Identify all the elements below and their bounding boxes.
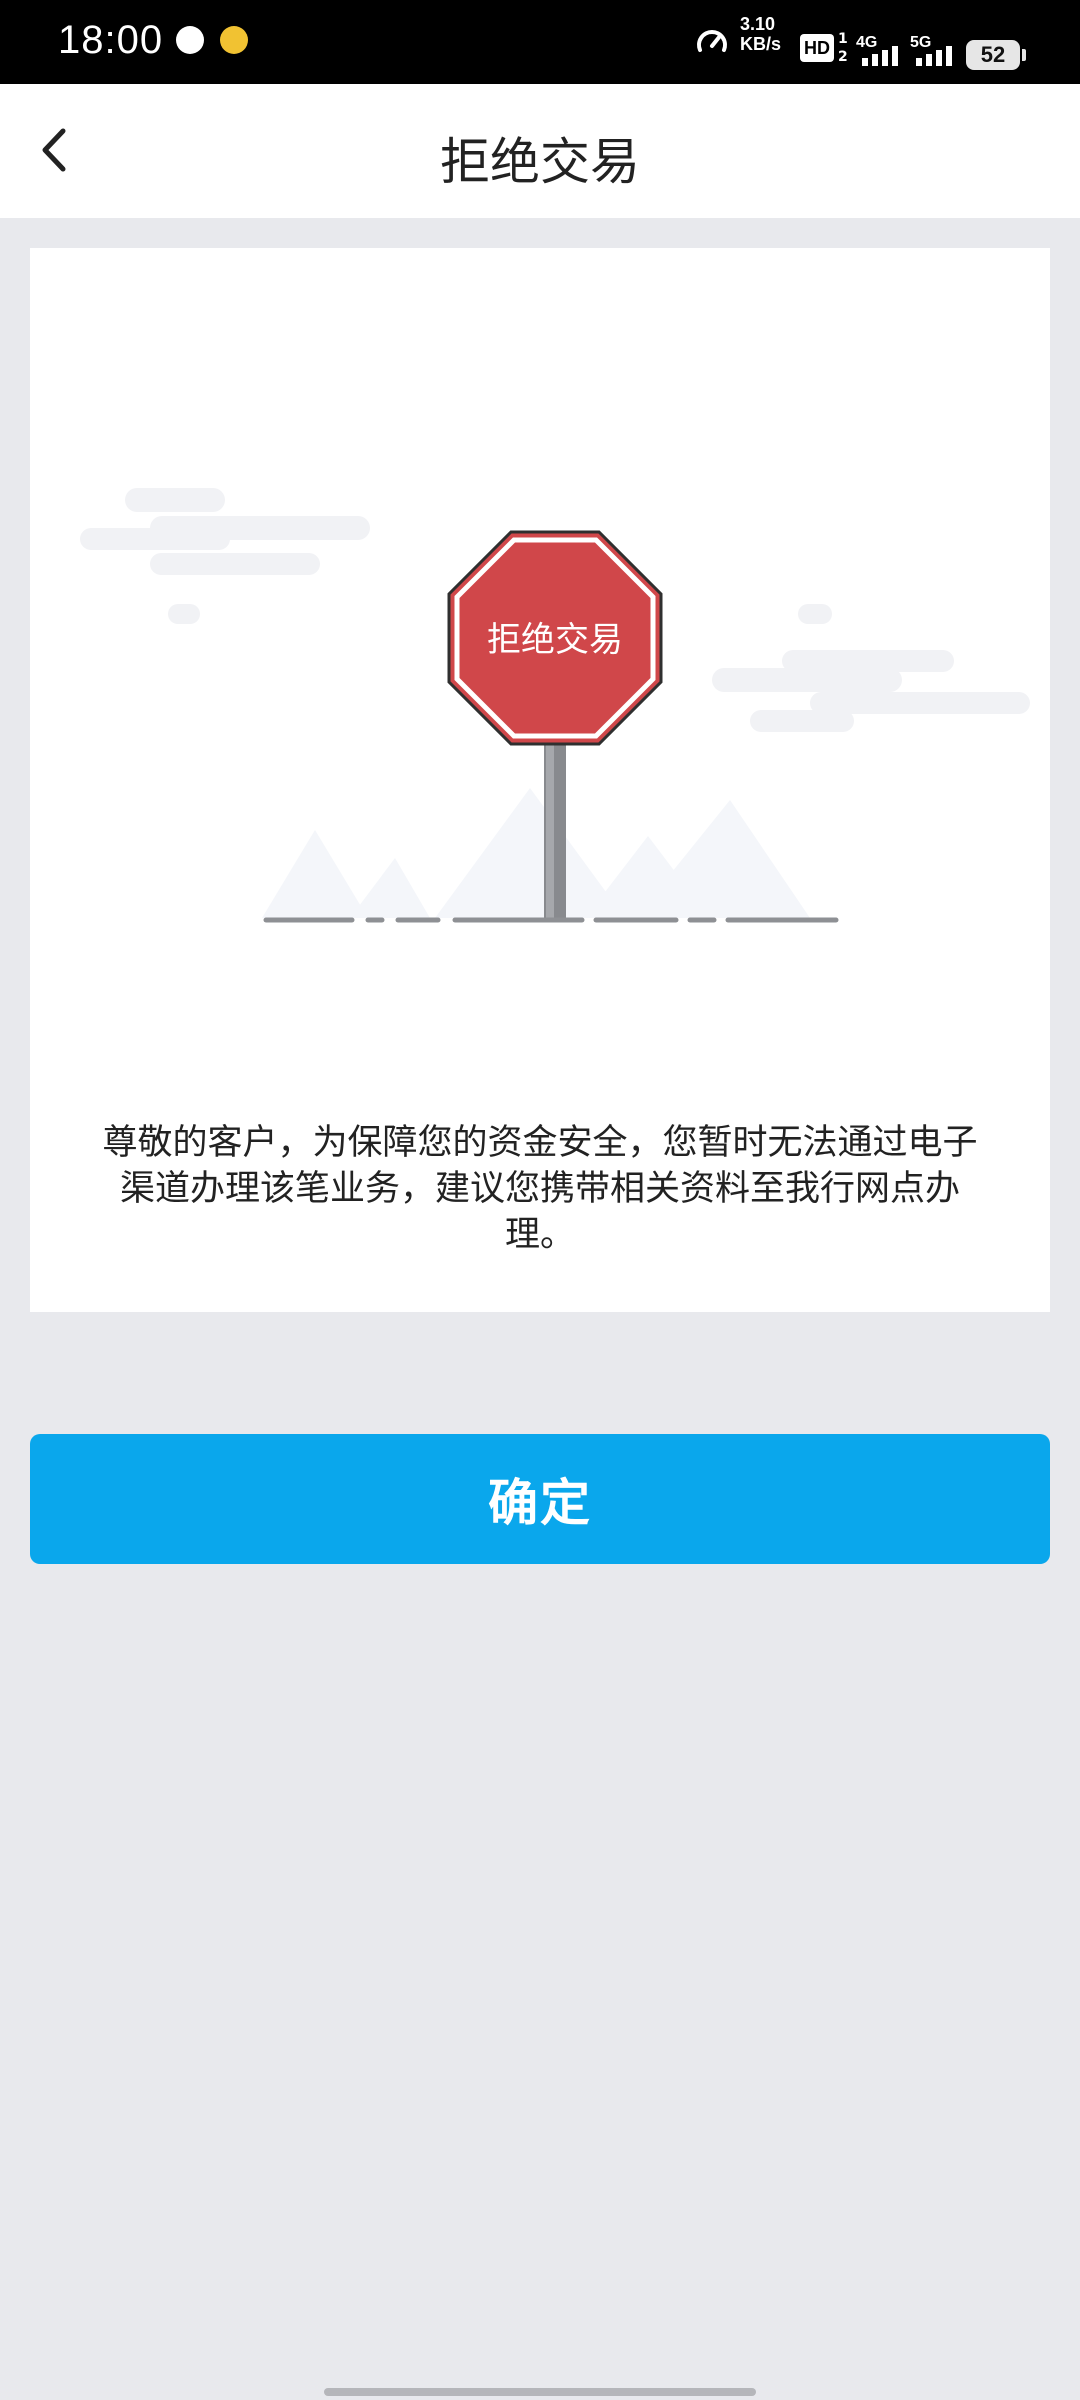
hd-sim-label: 1 2 (838, 31, 848, 65)
signal-strength-icon (916, 46, 952, 66)
speedometer-icon (697, 30, 727, 52)
network-speed: 3.10 KB/s (740, 14, 781, 54)
app-header: 拒绝交易 (0, 84, 1080, 218)
mountains (262, 788, 810, 918)
status-time: 18:00 (58, 18, 164, 62)
stop-sign-illustration: 拒绝交易 (80, 488, 1030, 923)
rejection-message: 尊敬的客户，为保障您的资金安全，您暂时无法通过电子渠道办理该笔业务，建议您携带相… (102, 1123, 978, 1255)
home-indicator[interactable] (324, 2388, 756, 2396)
cloud-left (80, 488, 370, 624)
network-speed-unit: KB/s (740, 34, 782, 54)
network-speed-value: 3.10 (740, 14, 776, 34)
confirm-button[interactable]: 确定 (30, 1434, 1050, 1564)
coin-icon (220, 26, 248, 54)
signal-strength-icon (862, 46, 898, 66)
stop-sign-text: 拒绝交易 (487, 620, 623, 660)
status-bar: 18:00 3.10 KB/s HD 1 2 4G 5G 52 (0, 0, 1080, 84)
battery-icon: 52 (966, 40, 1026, 70)
browser-icon (176, 26, 204, 54)
page-title: 拒绝交易 (440, 133, 640, 191)
hd-voice-icon: HD (800, 34, 834, 62)
cloud-right (712, 604, 1030, 732)
content-card: 拒绝交易 尊敬的客户，为保障您的资金安全，您暂时无法通过电子渠道办理该笔业务，建… (30, 248, 1050, 1312)
